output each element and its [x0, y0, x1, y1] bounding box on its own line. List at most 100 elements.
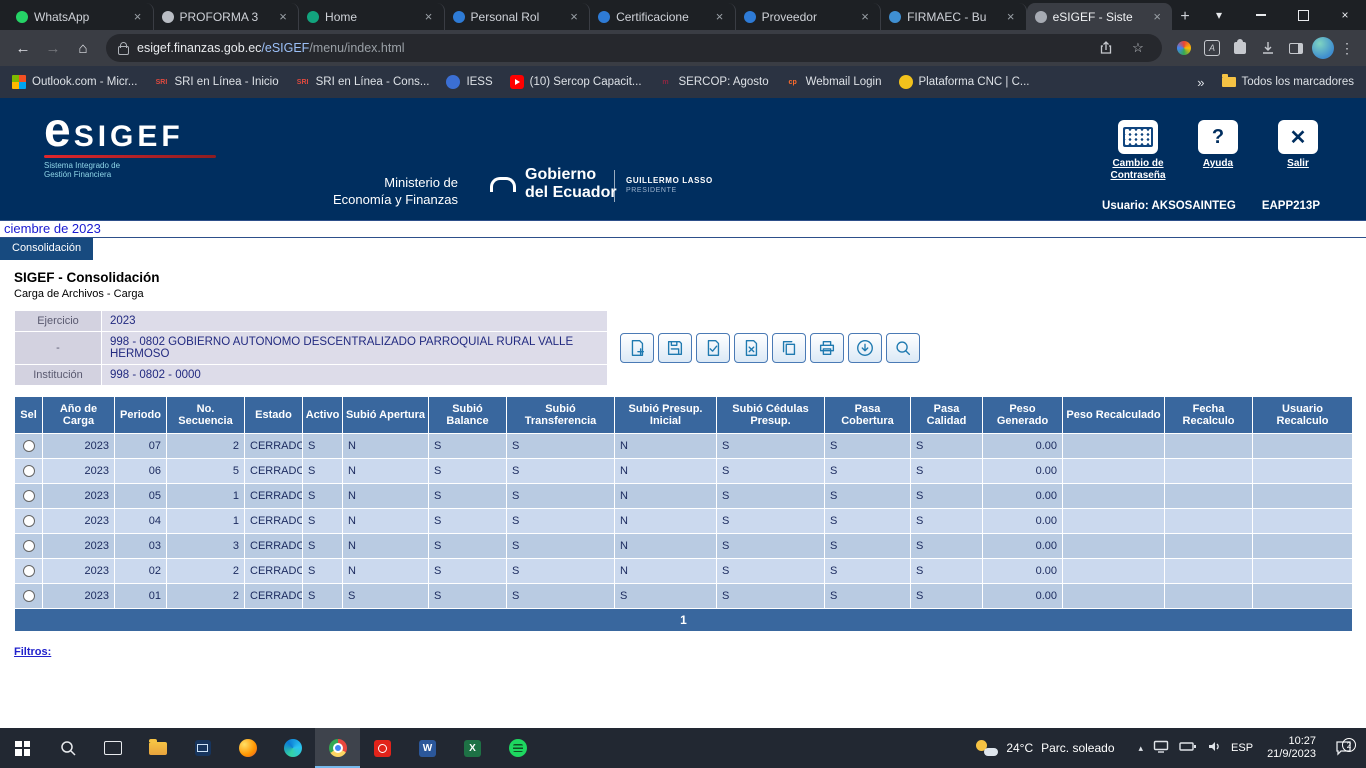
save-button[interactable] — [658, 333, 692, 363]
home-button[interactable]: ⌂ — [70, 40, 96, 57]
start-button[interactable] — [0, 728, 45, 768]
row-select-radio[interactable] — [23, 440, 35, 452]
bookmark-favicon-icon — [12, 75, 26, 89]
browser-tab[interactable]: WhatsApp × — [8, 3, 154, 30]
bookmark-item[interactable]: SRI SRI en Línea - Inicio — [154, 75, 278, 89]
window-minimize-icon[interactable] — [1240, 0, 1282, 30]
share-icon[interactable] — [1094, 36, 1118, 60]
address-bar[interactable]: esigef.finanzas.gob.ec/eSIGEF/menu/index… — [106, 34, 1162, 62]
forward-button[interactable]: → — [40, 40, 66, 57]
chrome-button[interactable] — [315, 728, 360, 768]
all-bookmarks-button[interactable]: Todos los marcadores — [1222, 76, 1355, 88]
window-close-icon[interactable]: × — [1324, 0, 1366, 30]
spotify-button[interactable] — [495, 728, 540, 768]
row-select-radio[interactable] — [23, 515, 35, 527]
table-cell: S — [911, 434, 983, 459]
excel-button[interactable]: X — [450, 728, 495, 768]
tab-title: eSIGEF - Siste — [1053, 10, 1145, 24]
clock[interactable]: 10:27 21/9/2023 — [1263, 735, 1320, 761]
task-view-button[interactable] — [90, 728, 135, 768]
table-cell: S — [343, 584, 429, 609]
bookmark-item[interactable]: Outlook.com - Micr... — [12, 75, 137, 89]
tab-close-icon[interactable]: × — [1150, 9, 1164, 24]
window-maximize-icon[interactable] — [1282, 0, 1324, 30]
tab-close-icon[interactable]: × — [276, 9, 290, 24]
form-value: 998 - 0802 GOBIERNO AUTONOMO DESCENTRALI… — [102, 332, 608, 365]
firefox-button[interactable] — [225, 728, 270, 768]
weather-widget[interactable]: 24°C Parc. soleado — [962, 728, 1128, 768]
edge-button[interactable] — [270, 728, 315, 768]
tab-close-icon[interactable]: × — [131, 9, 145, 24]
table-cell: 07 — [115, 434, 167, 459]
side-panel-icon[interactable] — [1284, 36, 1308, 60]
profile-avatar[interactable] — [1312, 37, 1334, 59]
bookmark-favicon-icon — [446, 75, 460, 89]
back-button[interactable]: ← — [10, 40, 36, 57]
bookmark-favicon-icon: SRI — [154, 75, 168, 89]
extension-pinwheel-icon[interactable] — [1172, 36, 1196, 60]
row-select-radio[interactable] — [23, 565, 35, 577]
bookmarks-overflow-icon[interactable]: » — [1197, 75, 1204, 90]
bookmark-item[interactable]: SRI SRI en Línea - Cons... — [296, 75, 430, 89]
table-cell: 2 — [167, 434, 245, 459]
browser-tab[interactable]: Proveedor × — [736, 3, 882, 30]
bookmark-star-icon[interactable]: ☆ — [1126, 36, 1150, 60]
browser-tab[interactable]: FIRMAEC - Bu × — [881, 3, 1027, 30]
downloads-icon[interactable] — [1256, 36, 1280, 60]
mail-app-button[interactable] — [180, 728, 225, 768]
browser-tab[interactable]: Personal Rol × — [445, 3, 591, 30]
copy-button[interactable] — [772, 333, 806, 363]
table-cell: 2 — [167, 559, 245, 584]
language-indicator[interactable]: ESP — [1231, 742, 1253, 754]
row-select-radio[interactable] — [23, 540, 35, 552]
acrobat-button[interactable] — [360, 728, 405, 768]
tab-close-icon[interactable]: × — [1004, 9, 1018, 24]
help-button[interactable]: ? Ayuda — [1178, 120, 1258, 182]
tab-close-icon[interactable]: × — [567, 9, 581, 24]
display-icon[interactable] — [1153, 740, 1169, 756]
table-cell-sel — [15, 584, 43, 609]
tab-favicon-icon — [889, 11, 901, 23]
tab-close-icon[interactable]: × — [858, 9, 872, 24]
bookmark-item[interactable]: cp Webmail Login — [786, 75, 882, 89]
hidden-icons-chevron-icon[interactable]: ▴ — [1139, 743, 1144, 754]
new-tab-button[interactable]: + — [1172, 4, 1198, 30]
taskbar-search-button[interactable] — [45, 728, 90, 768]
extensions-puzzle-icon[interactable] — [1228, 36, 1252, 60]
translate-icon[interactable]: A — [1200, 36, 1224, 60]
browser-tab[interactable]: Certificacione × — [590, 3, 736, 30]
bookmark-item[interactable]: Plataforma CNC | C... — [899, 75, 1030, 89]
tab-search-icon[interactable]: ▾ — [1198, 0, 1240, 30]
delete-button[interactable] — [734, 333, 768, 363]
download-button[interactable] — [848, 333, 882, 363]
search-button[interactable] — [886, 333, 920, 363]
volume-icon[interactable] — [1207, 740, 1221, 756]
file-explorer-button[interactable] — [135, 728, 180, 768]
approve-button[interactable] — [696, 333, 730, 363]
tab-close-icon[interactable]: × — [713, 9, 727, 24]
notifications-button[interactable]: 2 — [1330, 740, 1356, 756]
print-button[interactable] — [810, 333, 844, 363]
change-password-button[interactable]: Cambio de Contraseña — [1098, 120, 1178, 182]
row-select-radio[interactable] — [23, 590, 35, 602]
browser-menu-icon[interactable]: ⋮ — [1338, 40, 1356, 57]
create-button[interactable] — [620, 333, 654, 363]
table-cell: 5 — [167, 459, 245, 484]
folder-icon — [1222, 77, 1236, 87]
browser-tab[interactable]: eSIGEF - Siste × — [1027, 3, 1173, 30]
tab-close-icon[interactable]: × — [422, 9, 436, 24]
bookmark-item[interactable]: IESS — [446, 75, 492, 89]
gobierno-logo: Gobierno del Ecuador — [490, 166, 617, 202]
browser-tab[interactable]: Home × — [299, 3, 445, 30]
battery-icon[interactable] — [1179, 741, 1197, 755]
tab-consolidacion[interactable]: Consolidación — [0, 238, 93, 260]
row-select-radio[interactable] — [23, 490, 35, 502]
logout-button[interactable]: ✕ Salir — [1258, 120, 1338, 182]
bookmark-item[interactable]: m SERCOP: Agosto — [659, 75, 769, 89]
row-select-radio[interactable] — [23, 465, 35, 477]
pagination-page-1[interactable]: 1 — [15, 609, 1353, 632]
bookmark-item[interactable]: (10) Sercop Capacit... — [510, 75, 642, 89]
browser-tab[interactable]: PROFORMA 3 × — [154, 3, 300, 30]
word-button[interactable]: W — [405, 728, 450, 768]
filters-link[interactable]: Filtros: — [14, 646, 51, 658]
